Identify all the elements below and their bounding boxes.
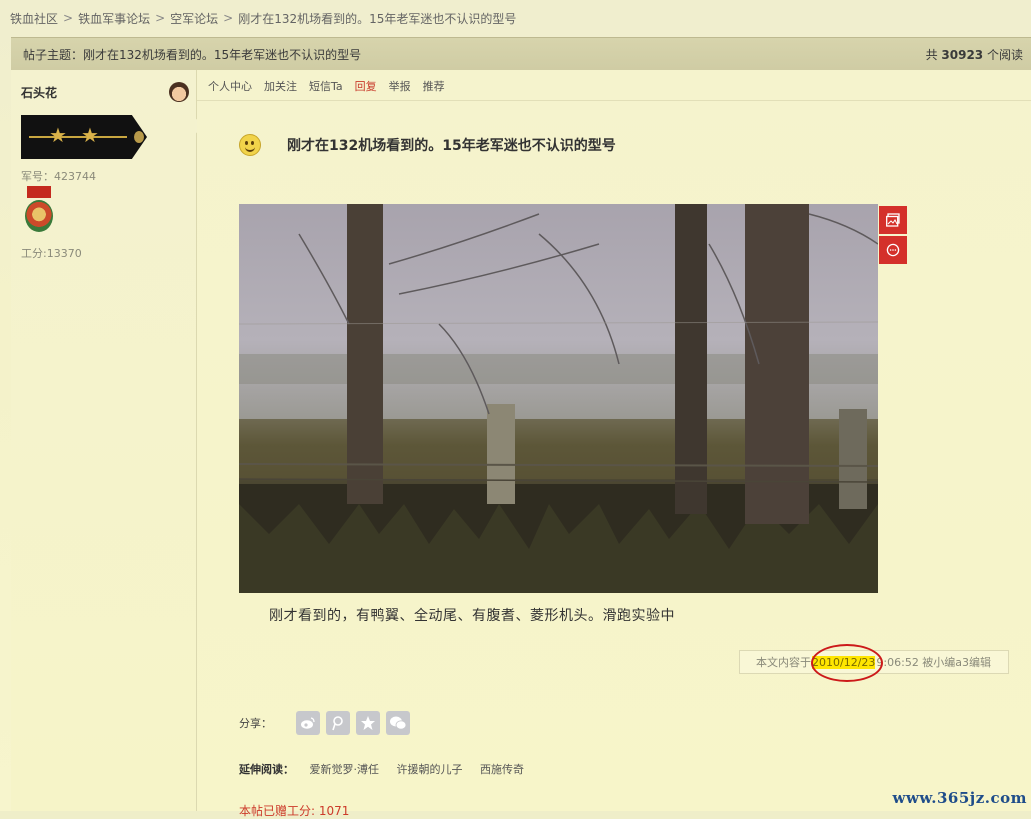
- work-points: 工分:13370: [21, 247, 82, 260]
- breadcrumb-separator: >: [223, 11, 234, 25]
- comment-icon[interactable]: [879, 236, 907, 264]
- edit-note-prefix: 本文内容于: [756, 656, 811, 669]
- soldier-number: 军号：423744: [21, 170, 96, 183]
- view-count: 共 30923 个阅读: [926, 46, 1023, 63]
- breadcrumb-link-airforce-forum[interactable]: 空军论坛: [170, 10, 218, 27]
- red-circle-annotation: [811, 644, 883, 682]
- medal-icon: [25, 186, 53, 236]
- photo-scene: [239, 204, 878, 593]
- user-actions: 个人中心 加关注 短信Ta 回复 举报 推荐: [208, 78, 445, 94]
- post-title-row: 刚才在132机场看到的。15年老军迷也不认识的型号: [239, 134, 616, 156]
- action-reply[interactable]: 回复: [355, 78, 377, 94]
- breadcrumb-current-post[interactable]: 刚才在132机场看到的。15年老军迷也不认识的型号: [238, 10, 516, 27]
- qzone-star-icon[interactable]: [356, 711, 380, 735]
- action-profile[interactable]: 个人中心: [208, 78, 252, 94]
- rank-badge-icon: ★ ★: [21, 115, 147, 159]
- post-main: 个人中心 加关注 短信Ta 回复 举报 推荐 刚才在132机场看到的。15年老军…: [197, 70, 1031, 818]
- avatar-icon[interactable]: [169, 82, 189, 102]
- view-count-prefix: 共: [925, 48, 938, 62]
- watermark: www.365jz.com: [892, 789, 1027, 807]
- divider: [197, 100, 1031, 101]
- breadcrumb-separator: >: [63, 11, 74, 25]
- view-count-suffix: 个阅读: [986, 48, 1023, 62]
- related-reading: 延伸阅读： 爱新觉罗·溥任 许援朝的儿子 西施传奇: [239, 761, 538, 777]
- related-link[interactable]: 西施传奇: [480, 763, 524, 776]
- weibo-icon[interactable]: [296, 711, 320, 735]
- breadcrumb-link-military-forum[interactable]: 铁血军事论坛: [78, 10, 150, 27]
- related-link[interactable]: 爱新觉罗·溥任: [310, 763, 380, 776]
- star-icon: ★: [49, 123, 67, 147]
- share-row: 分享：: [239, 711, 416, 735]
- related-label: 延伸阅读：: [239, 763, 294, 776]
- topic-bar: 帖子主题：刚才在132机场看到的。15年老军迷也不认识的型号 共 30923 个…: [11, 37, 1031, 71]
- author-name[interactable]: 石头花: [21, 84, 57, 101]
- view-count-number: 30923: [941, 48, 984, 62]
- smiley-icon: [239, 134, 261, 156]
- edit-note: 本文内容于 2010/12/23 9:06:52 被小编a3编辑: [739, 644, 1009, 682]
- action-report[interactable]: 举报: [389, 78, 411, 94]
- photo-toolbar: [879, 206, 907, 266]
- action-recommend[interactable]: 推荐: [423, 78, 445, 94]
- breadcrumb-link-community[interactable]: 铁血社区: [10, 10, 58, 27]
- author-sidebar: 石头花 ★ ★ 军号：423744 工分:13370: [11, 70, 205, 811]
- wechat-icon[interactable]: [386, 711, 410, 735]
- action-follow[interactable]: 加关注: [264, 78, 297, 94]
- breadcrumb: 铁血社区 > 铁血军事论坛 > 空军论坛 > 刚才在132机场看到的。15年老军…: [10, 9, 516, 27]
- breadcrumb-separator: >: [155, 11, 166, 25]
- action-message[interactable]: 短信Ta: [309, 78, 343, 94]
- tencent-weibo-icon[interactable]: [326, 711, 350, 735]
- star-icon: ★: [81, 123, 99, 147]
- share-label: 分享：: [239, 717, 272, 730]
- post-title: 刚才在132机场看到的。15年老军迷也不认识的型号: [287, 138, 616, 154]
- post-body: 刚才看到的，有鸭翼、全动尾、有腹耆、菱形机头。滑跑实验中: [269, 608, 675, 624]
- topic-title: 帖子主题：刚才在132机场看到的。15年老军迷也不认识的型号: [23, 48, 362, 62]
- gallery-icon[interactable]: [879, 206, 907, 234]
- post-photo[interactable]: [239, 204, 878, 593]
- edit-note-suffix: 9:06:52 被小编a3编辑: [876, 656, 992, 669]
- related-link[interactable]: 许援朝的儿子: [397, 763, 463, 776]
